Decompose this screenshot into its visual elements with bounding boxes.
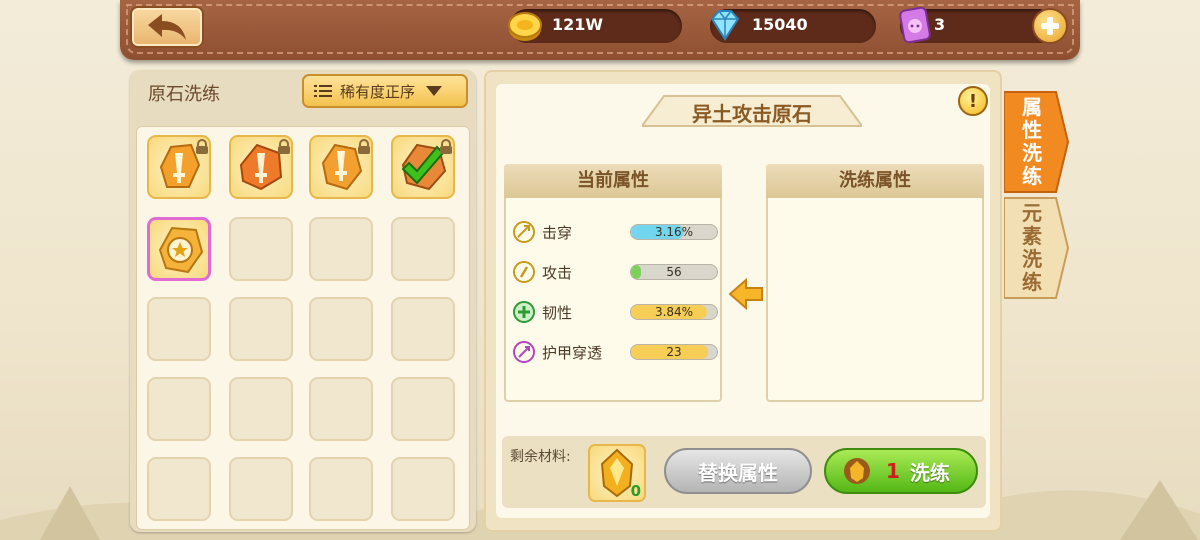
attribute-name: 攻击 — [542, 264, 573, 282]
empty-slot[interactable] — [391, 217, 455, 281]
remaining-material-label: 剩余材料: — [510, 449, 571, 465]
refine-cost: 1 — [886, 459, 900, 483]
info-button[interactable]: ! — [958, 86, 988, 116]
transfer-arrow-icon — [728, 277, 763, 311]
attack-icon — [513, 261, 535, 283]
attribute-name: 击穿 — [542, 224, 573, 242]
tab-attribute-refine[interactable]: 属性洗练 — [1004, 90, 1070, 194]
replace-attributes-button[interactable]: 替换属性 — [664, 448, 812, 494]
pig-ticket-icon — [899, 6, 931, 44]
exclamation-icon: ! — [968, 90, 978, 112]
refine-attributes-box: 洗练属性 — [766, 164, 984, 402]
replace-attributes-label: 替换属性 — [698, 460, 778, 485]
empty-slot[interactable] — [229, 377, 293, 441]
tab-label-element-refine: 元素洗练 — [1022, 201, 1042, 294]
gold-value: 121W — [552, 15, 604, 34]
empty-slot[interactable] — [229, 217, 293, 281]
attribute-row: 击穿 3.16% — [512, 218, 718, 246]
refine-crystal-small-icon — [844, 458, 870, 484]
attribute-row: 韧性 3.84% — [512, 298, 718, 326]
empty-slot[interactable] — [309, 297, 373, 361]
refine-attributes-header: 洗练属性 — [766, 164, 984, 198]
empty-slot[interactable] — [229, 297, 293, 361]
back-arrow-icon — [148, 14, 186, 40]
attribute-value: 3.84% — [654, 305, 694, 319]
empty-slot[interactable] — [391, 457, 455, 521]
pierce-icon — [513, 221, 535, 243]
gold-display: 121W — [508, 9, 682, 43]
stone-slot[interactable] — [391, 135, 455, 199]
chevron-down-icon — [426, 86, 443, 96]
attribute-bar: 3.16% — [630, 224, 718, 240]
lock-icon — [440, 139, 452, 154]
list-icon — [314, 85, 332, 97]
refine-button[interactable]: 1 洗练 — [824, 448, 978, 494]
stone-list-panel: 原石洗练 稀有度正序 — [130, 70, 476, 532]
attribute-value: 3.16% — [654, 225, 694, 239]
armor-pen-icon — [513, 341, 535, 363]
attribute-value: 23 — [666, 345, 682, 359]
plus-icon — [1041, 17, 1059, 35]
empty-slot[interactable] — [147, 297, 211, 361]
back-button[interactable] — [130, 6, 204, 48]
diamond-icon — [710, 10, 740, 41]
add-resource-button[interactable] — [1032, 8, 1068, 44]
tab-element-refine[interactable]: 元素洗练 — [1004, 196, 1070, 300]
sort-dropdown[interactable]: 稀有度正序 — [302, 74, 468, 108]
lock-icon — [196, 139, 208, 154]
attribute-bar: 23 — [630, 344, 718, 360]
empty-slot[interactable] — [309, 217, 373, 281]
toughness-icon — [513, 301, 535, 323]
diamond-display: 15040 — [710, 9, 876, 43]
empty-slot[interactable] — [309, 377, 373, 441]
attribute-name: 韧性 — [542, 304, 573, 322]
gold-coin-icon — [508, 12, 542, 41]
current-attributes-header: 当前属性 — [504, 164, 722, 198]
empty-slot[interactable] — [309, 457, 373, 521]
stone-slot[interactable] — [229, 135, 293, 199]
panel-title: 原石洗练 — [148, 84, 220, 105]
diamond-value: 15040 — [752, 15, 808, 34]
tab-label-attribute-refine: 属性洗练 — [1022, 95, 1042, 188]
refine-attributes-title: 洗练属性 — [839, 170, 911, 191]
empty-slot[interactable] — [391, 297, 455, 361]
stone-slot[interactable] — [309, 135, 373, 199]
stone-slot[interactable] — [147, 135, 211, 199]
stone-grid — [136, 126, 470, 530]
stone-slot-selected[interactable] — [147, 217, 211, 281]
stone-title: 异土攻击原石 — [692, 102, 812, 126]
empty-slot[interactable] — [229, 457, 293, 521]
stone-title-ribbon: 异土攻击原石 — [640, 90, 864, 130]
lock-icon — [358, 139, 370, 154]
attribute-row: 攻击 56 — [512, 258, 718, 286]
attribute-bar: 3.84% — [630, 304, 718, 320]
attribute-name: 护甲穿透 — [542, 344, 603, 362]
current-attributes-title: 当前属性 — [577, 170, 649, 191]
attribute-bar: 56 — [630, 264, 718, 280]
empty-slot[interactable] — [147, 377, 211, 441]
lock-icon — [278, 139, 290, 154]
attribute-row: 护甲穿透 23 — [512, 338, 718, 366]
material-slot[interactable]: 0 — [588, 444, 646, 502]
sort-label: 稀有度正序 — [340, 82, 416, 101]
defense-stone-icon — [158, 226, 204, 274]
empty-slot[interactable] — [391, 377, 455, 441]
refine-label: 洗练 — [909, 460, 950, 485]
attribute-value: 56 — [666, 265, 682, 279]
empty-slot[interactable] — [147, 457, 211, 521]
material-count: 0 — [630, 482, 641, 500]
current-attributes-box: 当前属性 击穿 3.16% 攻击 56 韧性 3.84% 护甲穿透 23 — [504, 164, 722, 402]
